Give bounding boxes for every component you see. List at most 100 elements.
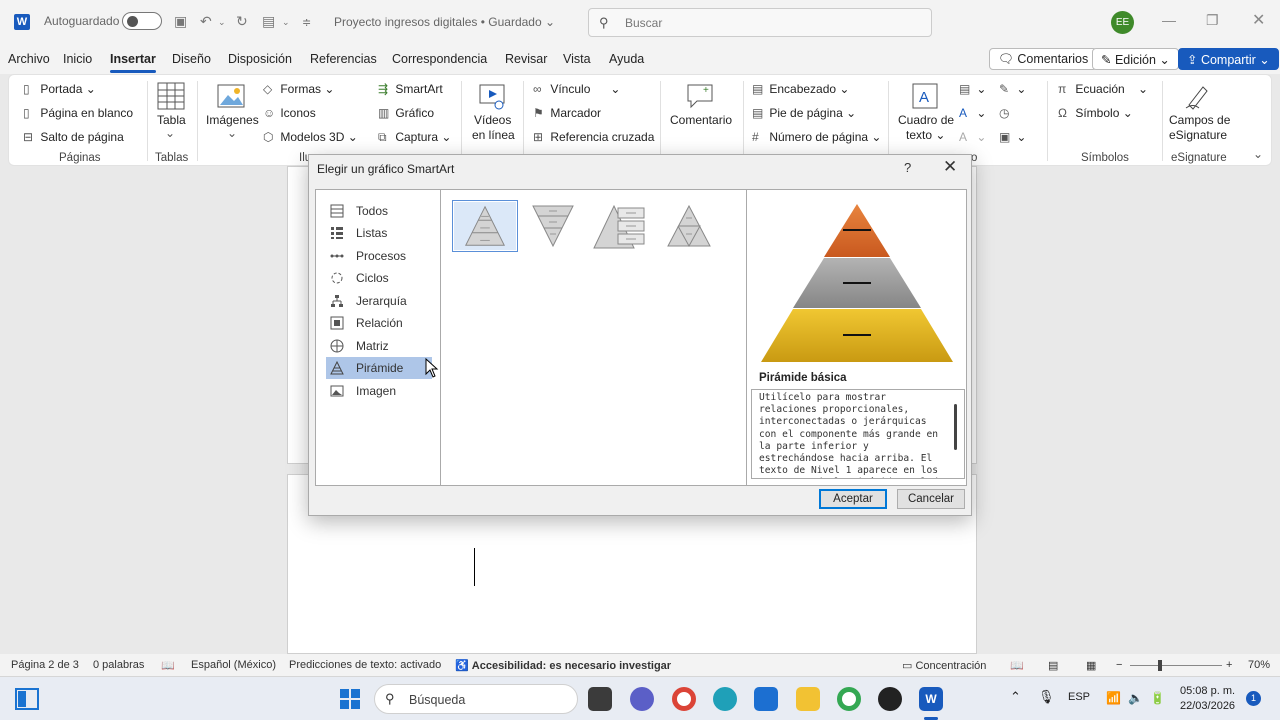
notification-badge[interactable]: 1 (1246, 691, 1261, 706)
preview-description-box[interactable]: Utilícelo para mostrar relaciones propor… (751, 389, 965, 479)
pie-de-pagina-button[interactable]: ▤ Pie de página ⌄ (752, 106, 856, 120)
teams-icon[interactable] (630, 687, 654, 711)
menu-inicio[interactable]: Inicio (63, 52, 92, 66)
vinculo-button[interactable]: ∞ Vínculo ⌄ (533, 82, 620, 96)
microphone-icon[interactable]: 🎙 (1038, 689, 1055, 705)
category-matriz[interactable]: Matriz (326, 335, 432, 357)
zoom-level[interactable]: 70% (1248, 659, 1270, 671)
tabla-dropdown-icon[interactable]: ⌄ (165, 126, 175, 140)
menu-diseno[interactable]: Diseño (172, 52, 211, 66)
menu-archivo[interactable]: Archivo (8, 52, 50, 66)
imagenes-dropdown-icon[interactable]: ⌄ (227, 126, 237, 140)
campos-esignature-label-1[interactable]: Campos de (1169, 113, 1230, 127)
text-box-icon[interactable]: A (910, 81, 940, 111)
web-layout-icon[interactable]: ▦ (1086, 659, 1096, 672)
customize-qat-icon[interactable]: ≑ (302, 16, 311, 29)
basic-pyramid-thumbnail[interactable] (452, 200, 518, 252)
signature-line-button[interactable]: ✎ ⌄ (999, 82, 1026, 96)
referencia-cruzada-button[interactable]: ⊞ Referencia cruzada (533, 130, 654, 144)
wordart-button[interactable]: A ⌄ (959, 106, 986, 120)
category-imagen[interactable]: Imagen (326, 380, 432, 402)
inverted-pyramid-thumbnail[interactable] (520, 200, 586, 252)
autosave-toggle[interactable] (122, 12, 162, 30)
drop-cap-button[interactable]: A ⌄ (959, 130, 986, 144)
imagenes-button[interactable]: Imágenes (206, 113, 259, 127)
blank-page-button[interactable]: ▯ Página en blanco (23, 106, 133, 120)
wifi-icon[interactable]: 📶 (1106, 691, 1121, 705)
images-icon[interactable] (216, 81, 246, 111)
numero-de-pagina-button[interactable]: # Número de página ⌄ (752, 130, 881, 144)
portada-button[interactable]: ▯ Portada ⌄ (23, 82, 96, 96)
desktop-widget-icon[interactable] (15, 688, 39, 710)
ok-button[interactable]: Aceptar (819, 489, 887, 509)
edge-icon[interactable] (713, 687, 737, 711)
editing-button[interactable]: ✎ Edición ⌄ (1092, 48, 1179, 70)
windows-start-icon[interactable] (339, 688, 361, 710)
ecuacion-button[interactable]: π Ecuación ⌄ (1058, 82, 1148, 96)
comments-button[interactable]: 🗨 Comentarios (989, 48, 1098, 70)
layout-dropdown-icon[interactable]: ⌄ (282, 17, 290, 28)
undo-dropdown-icon[interactable]: ⌄ (218, 17, 226, 28)
search-box[interactable]: ⚲ Buscar (588, 8, 932, 37)
minimize-icon[interactable]: — (1162, 12, 1176, 28)
word-app-icon[interactable]: W (14, 14, 30, 30)
captura-button[interactable]: ⧉ Captura ⌄ (378, 130, 451, 145)
category-piramide[interactable]: Pirámide (326, 357, 432, 379)
volume-icon[interactable]: 🔈 (1128, 691, 1143, 705)
marcador-button[interactable]: ⚑ Marcador (533, 106, 601, 120)
page-count[interactable]: Página 2 de 3 (11, 659, 79, 671)
page-break-button[interactable]: ⊟ Salto de página (23, 130, 124, 144)
videos-label-1[interactable]: Vídeos (474, 113, 511, 127)
zoom-slider-thumb[interactable] (1158, 660, 1162, 671)
comentario-button[interactable]: Comentario (670, 113, 732, 127)
menu-disposicion[interactable]: Disposición (228, 52, 292, 66)
online-video-icon[interactable] (477, 81, 507, 111)
close-window-icon[interactable]: ✕ (1252, 10, 1265, 30)
battery-icon[interactable]: 🔋 (1150, 691, 1165, 705)
category-todos[interactable]: Todos (326, 200, 432, 222)
menu-ayuda[interactable]: Ayuda (609, 52, 644, 66)
category-jerarquia[interactable]: Jerarquía (326, 290, 432, 312)
smartart-button[interactable]: ⇶ SmartArt (378, 82, 443, 96)
cuadro-texto-label-1[interactable]: Cuadro de (898, 113, 954, 127)
cancel-button[interactable]: Cancelar (897, 489, 965, 509)
input-language[interactable]: ESP (1068, 691, 1090, 703)
quick-parts-button[interactable]: ▤ ⌄ (959, 82, 986, 96)
comment-icon[interactable]: + (685, 81, 715, 111)
word-count[interactable]: 0 palabras (93, 659, 144, 671)
grafico-button[interactable]: ▥ Gráfico (378, 106, 434, 120)
pyramid-list-thumbnail[interactable] (588, 200, 654, 252)
focus-mode[interactable]: ▭ Concentración (902, 659, 986, 672)
text-predictions[interactable]: Predicciones de texto: activado (289, 659, 441, 671)
category-procesos[interactable]: Procesos (326, 245, 432, 267)
simbolo-button[interactable]: Ω Símbolo ⌄ (1058, 106, 1133, 120)
segmented-pyramid-thumbnail[interactable] (656, 200, 722, 252)
user-avatar[interactable]: EE (1111, 11, 1134, 34)
modelos-3d-button[interactable]: ⬡ Modelos 3D ⌄ (263, 130, 358, 144)
taskbar-search[interactable]: ⚲ Búsqueda (374, 684, 578, 714)
menu-correspondencia[interactable]: Correspondencia (392, 52, 487, 66)
videos-label-2[interactable]: en línea (472, 128, 515, 142)
formas-button[interactable]: ◇ Formas ⌄ (263, 82, 334, 96)
print-layout-icon[interactable]: ▤ (1048, 659, 1058, 672)
proofing-icon[interactable]: 📖 (161, 659, 175, 672)
encabezado-button[interactable]: ▤ Encabezado ⌄ (752, 82, 849, 96)
campos-esignature-label-2[interactable]: eSignature (1169, 128, 1227, 142)
share-button[interactable]: ⇪ Compartir ⌄ (1178, 48, 1279, 70)
tabla-button[interactable]: Tabla (157, 113, 186, 127)
menu-vista[interactable]: Vista (563, 52, 591, 66)
zoom-in-icon[interactable]: + (1226, 659, 1232, 671)
zoom-out-icon[interactable]: − (1116, 659, 1122, 671)
zoom-slider[interactable] (1130, 665, 1222, 666)
app-icon[interactable] (878, 687, 902, 711)
accessibility-status[interactable]: ♿ Accesibilidad: es necesario investigar (455, 659, 671, 672)
redo-icon[interactable]: ↻ (236, 13, 248, 30)
category-ciclos[interactable]: Ciclos (326, 267, 432, 289)
menu-revisar[interactable]: Revisar (505, 52, 547, 66)
word-taskbar-icon[interactable]: W (919, 687, 943, 711)
object-button[interactable]: ▣ ⌄ (999, 130, 1026, 144)
chrome-icon[interactable] (672, 687, 696, 711)
menu-insertar[interactable]: Insertar (110, 52, 156, 73)
close-icon[interactable]: ✕ (943, 157, 957, 177)
description-scrollbar[interactable] (954, 404, 957, 450)
